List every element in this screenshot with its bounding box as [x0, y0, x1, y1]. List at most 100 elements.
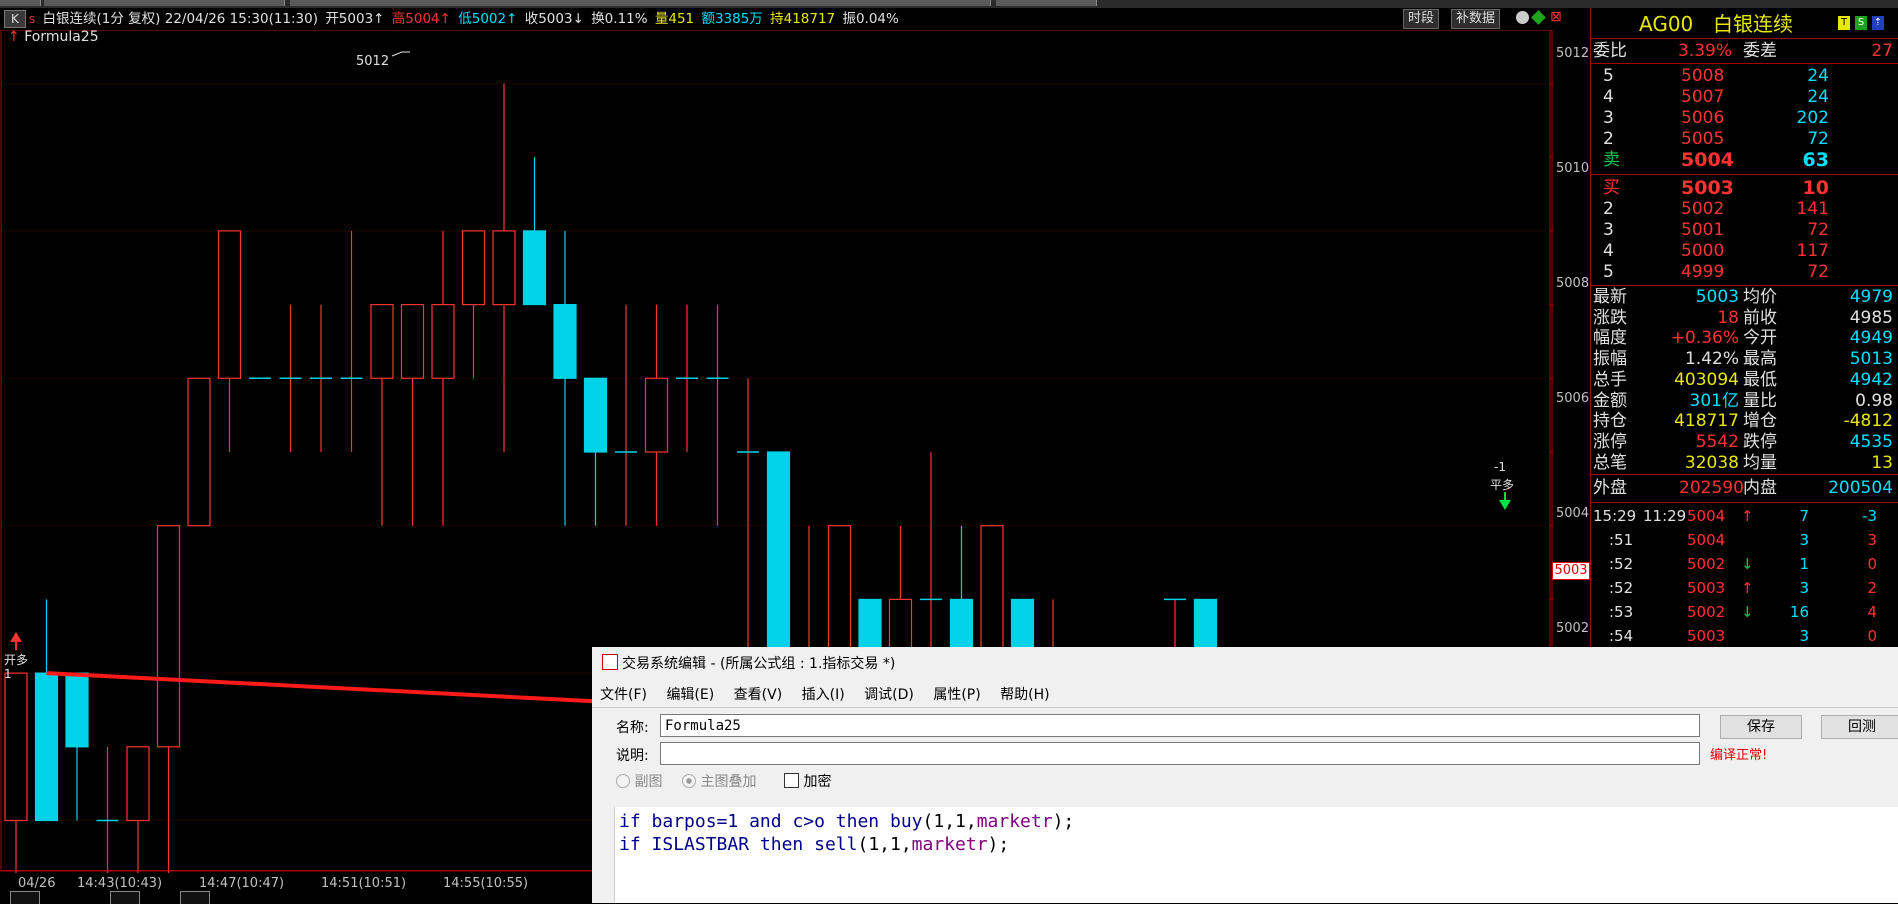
bid-level: 3 — [1603, 220, 1614, 240]
quote-panel: AG00 白银连续 T S ⇡ 委比 3.39% 委差 27 外盘 202590… — [1590, 8, 1898, 648]
stat-value: 4535 — [1849, 431, 1893, 452]
tick-volume: 16 — [1789, 603, 1809, 621]
bid-price: 5003 — [1681, 177, 1734, 199]
top-tab[interactable] — [0, 0, 41, 6]
tick-volume: 7 — [1799, 507, 1809, 525]
candle-body — [644, 377, 669, 453]
kline-button[interactable]: K — [4, 10, 26, 28]
candle-body — [400, 303, 425, 379]
top-tab-strip — [0, 0, 1898, 8]
bid-price: 5001 — [1681, 220, 1725, 240]
encrypt-checkbox[interactable]: 加密 — [784, 771, 831, 791]
radio-main-overlay[interactable]: 主图叠加 — [682, 771, 756, 791]
quote-info-bar: KS 白银连续(1分 复权) 22/04/26 15:30(11:30) 开50… — [0, 9, 1585, 29]
code-args: (1,1, — [857, 834, 912, 855]
bid-row: 3 5001 72 — [1591, 220, 1898, 240]
code-token: ); — [987, 834, 1010, 855]
editor-app-icon — [602, 654, 618, 670]
tick-time: :52 — [1609, 579, 1634, 597]
editor-title: 交易系统编辑 - (所属公式组 : 1.指标交易 *) — [602, 653, 895, 673]
tick-price: 5004 — [1687, 507, 1726, 525]
save-button[interactable]: 保存 — [1720, 715, 1802, 739]
up-icon[interactable]: ⇡ — [1872, 16, 1884, 30]
settings-icon[interactable] — [1516, 11, 1529, 24]
radio-circle-selected — [682, 774, 696, 788]
top-tab[interactable] — [996, 0, 1097, 6]
divider — [1591, 285, 1898, 286]
menu-view[interactable]: 查看(V) — [734, 687, 783, 703]
menu-edit[interactable]: 编辑(E) — [666, 687, 714, 703]
symbol-code: AG00 — [1639, 12, 1694, 36]
bottom-tab[interactable] — [10, 891, 40, 904]
tick-row: :52 5003 ↑ 3 2 — [1591, 578, 1898, 598]
code-keyword: and — [749, 811, 782, 832]
menu-properties[interactable]: 属性(P) — [933, 687, 980, 703]
turnover-value: 换0.11% — [591, 11, 648, 27]
checkbox-box — [784, 773, 799, 788]
chart-title: 白银连续(1分 复权) 22/04/26 15:30(11:30) — [42, 11, 319, 27]
ask-price: 5006 — [1681, 108, 1725, 128]
menu-insert[interactable]: 插入(I) — [802, 687, 845, 703]
code-keyword: then — [759, 834, 804, 855]
ask-level: 2 — [1603, 129, 1614, 149]
top-tab[interactable] — [290, 0, 991, 6]
desc-field[interactable] — [660, 742, 1700, 765]
tick-volume: 1 — [1799, 555, 1809, 573]
top-tab[interactable] — [44, 0, 285, 6]
supplement-data-button[interactable]: 补数据 — [1451, 9, 1501, 29]
stat-label: 幅度 — [1593, 328, 1627, 349]
bottom-tab[interactable] — [110, 891, 140, 904]
backtest-button[interactable]: 回测 — [1821, 715, 1898, 739]
period-button[interactable]: 时段 — [1403, 9, 1440, 29]
weicha-label: 委差 — [1743, 41, 1777, 61]
divider — [1591, 174, 1898, 175]
code-line: if ISLASTBAR then sell(1,1,marketr); — [619, 834, 1009, 855]
stat-row: 涨跌 18 前收 4985 — [1591, 308, 1898, 328]
ask-row: 5 5008 24 — [1591, 66, 1898, 86]
stat-label: 跌停 — [1743, 431, 1777, 452]
close-icon[interactable]: ⊠ — [1550, 9, 1562, 25]
bid-row: 2 5002 141 — [1591, 199, 1898, 219]
name-field[interactable]: Formula25 — [660, 714, 1700, 737]
candle-body — [370, 303, 394, 379]
menu-file[interactable]: 文件(F) — [600, 687, 647, 703]
stat-label: 最新 — [1593, 287, 1627, 307]
ask-level: 3 — [1603, 108, 1614, 128]
stat-value: 13 — [1871, 452, 1893, 473]
tick-price: 5003 — [1687, 579, 1726, 597]
ask-level: 卖 — [1603, 150, 1620, 170]
tick-time: :54 — [1609, 627, 1634, 645]
code-editor[interactable]: if barpos=1 and c>o then buy(1,1,marketr… — [614, 807, 1898, 903]
menu-help[interactable]: 帮助(H) — [1000, 687, 1049, 703]
outer-value: 202590 — [1679, 478, 1744, 498]
desc-label: 说明: — [616, 748, 649, 764]
tick-change: 0 — [1867, 627, 1877, 645]
high-mark-pointer — [391, 51, 410, 57]
close-long-qty: -1 — [1494, 460, 1506, 474]
candle-body — [553, 303, 577, 379]
stat-label: 均价 — [1743, 287, 1777, 307]
bid-level: 5 — [1603, 262, 1614, 282]
stat-value: 1.42% — [1684, 349, 1739, 370]
stat-label: 前收 — [1743, 307, 1777, 328]
editor-title-text: 交易系统编辑 - (所属公式组 : 1.指标交易 *) — [622, 656, 896, 672]
code-token: c>o — [792, 811, 825, 832]
weibi-value: 3.39% — [1678, 41, 1733, 61]
s-icon[interactable]: S — [1855, 16, 1867, 30]
stat-row: 幅度 +0.36% 今开 4949 — [1591, 328, 1898, 348]
tick-arrow-icon: ↓ — [1741, 603, 1754, 621]
stat-label: 今开 — [1743, 328, 1777, 349]
x-tick-label: 14:55(10:55) — [443, 876, 529, 891]
menu-debug[interactable]: 调试(D) — [864, 687, 914, 703]
ask-row: 3 5006 202 — [1591, 108, 1898, 128]
bottom-tab[interactable] — [180, 891, 210, 904]
tick-row: :51 5004 3 3 — [1591, 530, 1898, 550]
close-value: 收5003↓ — [524, 11, 584, 27]
radio-subchart-label: 副图 — [634, 774, 663, 790]
radio-subchart[interactable]: 副图 — [616, 771, 662, 791]
candle-body — [217, 230, 242, 379]
inner-label: 内盘 — [1743, 478, 1777, 498]
stat-label: 持仓 — [1593, 411, 1627, 432]
tick-price: 5003 — [1687, 627, 1726, 645]
t-icon[interactable]: T — [1838, 16, 1850, 30]
